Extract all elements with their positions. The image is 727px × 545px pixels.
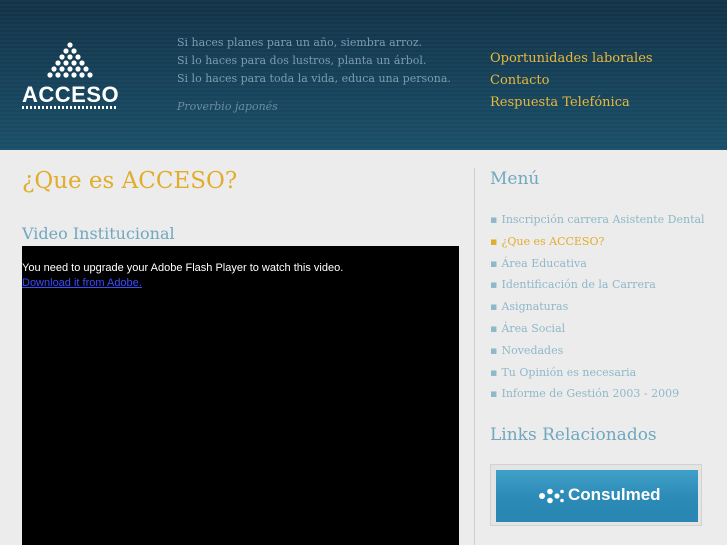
menu-item-label: Inscripción carrera Asistente Dental [501,213,705,226]
logo-dots-icon [47,42,93,78]
menu-item-inscripcion[interactable]: ▪ Inscripción carrera Asistente Dental [490,209,705,231]
menu-item-tu-opinion[interactable]: ▪ Tu Opinión es necesaria [490,362,705,384]
menu-item-asignaturas[interactable]: ▪ Asignaturas [490,296,705,318]
header: ACCESO Si haces planes para un año, siem… [0,0,727,150]
bullet-icon: ▪ [490,256,498,270]
quote-line: Si lo haces para dos lustros, planta un … [177,54,427,67]
acceso-logo[interactable]: ACCESO [22,42,120,112]
flash-download-link[interactable]: Download it from Adobe. [22,277,142,289]
bullet-icon: ▪ [490,234,498,248]
bullet-icon: ▪ [490,321,498,335]
consulmed-label: Consulmed [568,485,661,504]
menu-item-identificacion[interactable]: ▪ Identificación de la Carrera [490,274,705,296]
quote-line: Si lo haces para toda la vida, educa una… [177,72,451,85]
quote-author: Proverbio japonés [177,100,278,113]
related-links-title: Links Relacionados [490,425,657,445]
column-divider [474,168,475,545]
menu-item-label: ¿Que es ACCESO? [501,234,605,248]
page-title: ¿Que es ACCESO? [22,168,238,194]
menu-item-que-es-acceso[interactable]: ▪ ¿Que es ACCESO? [490,231,705,253]
menu-item-novedades[interactable]: ▪ Novedades [490,340,705,362]
menu-item-label: Área Educativa [501,256,587,270]
bullet-icon: ▪ [490,387,498,401]
menu-item-area-educativa[interactable]: ▪ Área Educativa [490,253,705,275]
quote-line: Si haces planes para un año, siembra arr… [177,36,423,49]
video-section-title: Video Institucional [22,224,175,243]
bullet-icon: ▪ [490,365,498,379]
bullet-icon: ▪ [490,300,498,314]
menu-item-label: Área Social [501,321,566,335]
flash-upgrade-message: You need to upgrade your Adobe Flash Pla… [22,262,344,274]
video-player[interactable]: You need to upgrade your Adobe Flash Pla… [22,246,459,545]
link-oportunidades-laborales[interactable]: Oportunidades laborales [490,48,653,70]
bullet-icon: ▪ [490,213,498,226]
bullet-icon: ▪ [490,278,498,292]
proverb-quote: Si haces planes para un año, siembra arr… [177,34,451,88]
menu-title: Menú [490,169,540,189]
link-contacto[interactable]: Contacto [490,70,653,92]
menu-item-label: Novedades [501,343,564,357]
consulmed-banner-link[interactable]: Consulmed [496,470,698,522]
logo-text: ACCESO [22,82,120,107]
link-respuesta-telefonica[interactable]: Respuesta Telefónica [490,92,653,114]
top-links: Oportunidades laborales Contacto Respues… [490,48,653,114]
menu-item-informe-gestion[interactable]: ▪ Informe de Gestión 2003 - 2009 [490,383,705,405]
bullet-icon: ▪ [490,343,498,357]
menu-item-label: Informe de Gestión 2003 - 2009 [501,387,680,401]
menu-item-label: Tu Opinión es necesaria [501,365,637,379]
logo-underline [22,106,118,109]
menu-item-label: Identificación de la Carrera [501,278,656,292]
consulmed-banner-frame: Consulmed [490,464,702,526]
sidebar-menu: ▪ Inscripción carrera Asistente Dental ▪ ¿… [490,209,705,405]
consulmed-dots-icon [539,488,564,504]
menu-item-area-social[interactable]: ▪ Área Social [490,318,705,340]
menu-item-label: Asignaturas [501,300,569,314]
